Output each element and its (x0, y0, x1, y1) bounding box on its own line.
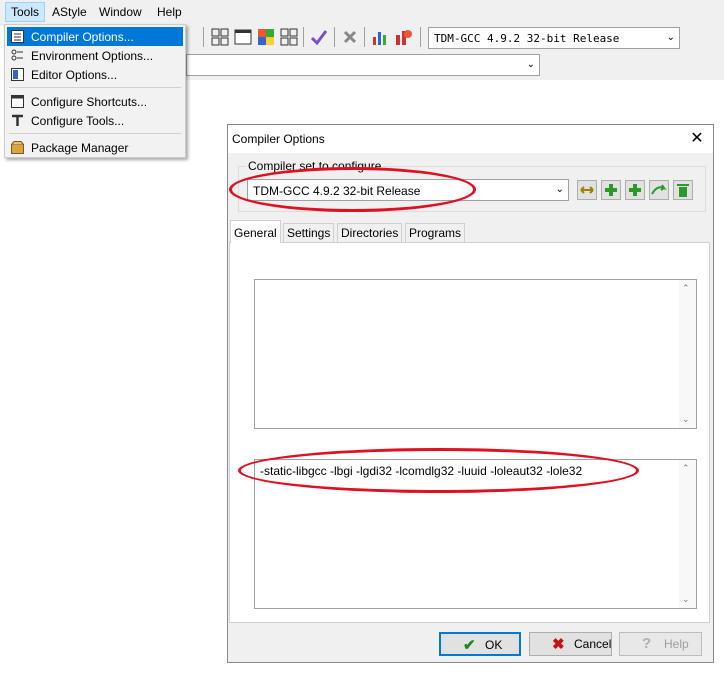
dialog-title: Compiler Options (232, 132, 325, 146)
window-icon[interactable] (233, 27, 253, 47)
tab-general[interactable]: General (230, 220, 281, 243)
compiler-select[interactable]: TDM-GCC 4.9.2 32-bit Release ⌄ (428, 27, 680, 49)
menu-separator (9, 133, 181, 134)
menu-item-label: Configure Tools... (31, 114, 125, 128)
cancel-button-label: Cancel (574, 637, 612, 651)
tab-directories[interactable]: Directories (337, 223, 403, 242)
menu-tools[interactable]: Tools (5, 2, 46, 22)
delete-compiler-set-icon[interactable] (673, 180, 693, 200)
find-compiler-icon[interactable] (649, 180, 669, 200)
scrollbar[interactable]: ⌃ ⌄ (679, 280, 696, 428)
menu-item-environment-options[interactable]: Environment Options... (7, 46, 183, 65)
menu-item-label: Compiler Options... (31, 30, 134, 44)
rename-compiler-set-icon[interactable] (577, 180, 597, 200)
dialog-titlebar: Compiler Options ✕ (228, 125, 713, 153)
help-button[interactable]: ? Help (619, 632, 702, 656)
tile-windows-icon[interactable] (279, 27, 299, 47)
menu-help[interactable]: Help (157, 5, 182, 19)
menu-separator (9, 87, 181, 88)
checkmark-icon: ✔ (463, 637, 476, 654)
grid-view-icon[interactable] (210, 27, 230, 47)
close-icon[interactable]: ✕ (687, 128, 707, 148)
toolbar-separator (420, 27, 421, 47)
menu-item-configure-shortcuts[interactable]: Configure Shortcuts... (7, 92, 183, 111)
menu-item-label: Package Manager (31, 141, 129, 155)
environment-options-icon (11, 49, 24, 62)
menu-item-label: Environment Options... (31, 49, 154, 63)
editor-options-icon (11, 68, 24, 81)
shortcuts-icon (11, 95, 24, 108)
compiler-select-value: TDM-GCC 4.9.2 32-bit Release (434, 32, 620, 45)
menu-item-label: Editor Options... (31, 68, 118, 82)
menu-item-editor-options[interactable]: Editor Options... (7, 65, 183, 84)
profile-icon[interactable] (393, 27, 413, 47)
menu-item-configure-tools[interactable]: Configure Tools... (7, 111, 183, 130)
toolbar-separator (203, 27, 204, 47)
menu-window[interactable]: Window (99, 5, 142, 19)
package-icon (11, 141, 24, 154)
compiler-commands-textarea[interactable]: ⌃ ⌄ (254, 279, 697, 429)
delete-icon[interactable] (340, 27, 360, 47)
menu-item-compiler-options[interactable]: Compiler Options... (7, 27, 183, 46)
check-syntax-icon[interactable] (309, 27, 329, 47)
annotation-ellipse-compiler-set (229, 167, 476, 212)
ok-button[interactable]: ✔ OK (439, 632, 521, 656)
question-icon: ? (642, 635, 652, 652)
help-button-label: Help (664, 637, 689, 651)
add-folder-compiler-set-icon[interactable] (625, 180, 645, 200)
scroll-up-icon[interactable]: ⌃ (682, 283, 690, 294)
add-compiler-set-icon[interactable] (601, 180, 621, 200)
chevron-down-icon: ⌄ (555, 184, 564, 195)
scrollbar[interactable]: ⌃ ⌄ (679, 460, 696, 608)
toolbar-separator (334, 27, 335, 47)
menu-bar: Tools AStyle Window Help (0, 0, 724, 26)
cancel-button[interactable]: ✖ Cancel (529, 632, 612, 656)
compiler-options-icon (11, 30, 24, 43)
menu-item-label: Configure Shortcuts... (31, 95, 148, 109)
annotation-ellipse-linker-commands (238, 448, 639, 493)
tools-menu: Compiler Options... Environment Options.… (4, 24, 186, 158)
ok-button-label: OK (485, 638, 503, 652)
color-tiles-icon[interactable] (256, 27, 276, 47)
toolbar-separator (364, 27, 365, 47)
tab-settings[interactable]: Settings (283, 223, 335, 242)
scroll-down-icon[interactable]: ⌄ (682, 414, 690, 425)
chevron-down-icon: ⌄ (526, 59, 535, 70)
scroll-down-icon[interactable]: ⌄ (682, 594, 690, 605)
tab-programs[interactable]: Programs (405, 223, 466, 242)
scroll-up-icon[interactable]: ⌃ (682, 463, 690, 474)
tools-icon (11, 114, 24, 127)
menu-item-package-manager[interactable]: Package Manager (7, 138, 183, 157)
chart-icon[interactable] (370, 27, 390, 47)
toolbar-separator (303, 27, 304, 47)
x-icon: ✖ (552, 636, 565, 653)
chevron-down-icon: ⌄ (666, 32, 675, 43)
menu-astyle[interactable]: AStyle (52, 5, 87, 19)
secondary-select[interactable]: ⌄ (186, 54, 540, 76)
